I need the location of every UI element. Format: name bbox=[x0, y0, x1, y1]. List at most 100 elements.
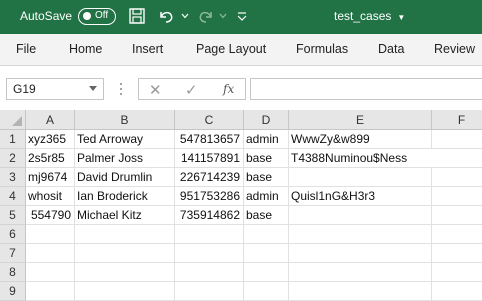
cell[interactable] bbox=[289, 244, 432, 263]
cell[interactable] bbox=[432, 225, 482, 244]
undo-dropdown-icon[interactable] bbox=[181, 13, 189, 19]
cell[interactable] bbox=[289, 282, 432, 301]
cell[interactable] bbox=[75, 282, 175, 301]
column-header-e[interactable]: E bbox=[289, 110, 432, 130]
tab-insert[interactable]: Insert bbox=[132, 42, 163, 56]
autosave-toggle[interactable]: Off bbox=[78, 8, 116, 25]
cell[interactable]: base bbox=[244, 206, 289, 225]
cell[interactable]: 951753286 bbox=[175, 187, 244, 206]
formula-input[interactable] bbox=[250, 78, 482, 100]
cell[interactable] bbox=[26, 282, 75, 301]
row-header[interactable]: 4 bbox=[0, 187, 26, 206]
cell[interactable] bbox=[75, 263, 175, 282]
column-header-b[interactable]: B bbox=[75, 110, 175, 130]
cell[interactable]: Ted Arroway bbox=[75, 130, 175, 149]
cancel-icon[interactable]: ✕ bbox=[149, 81, 162, 99]
select-all-button[interactable] bbox=[0, 110, 26, 130]
cell[interactable] bbox=[289, 225, 432, 244]
cell[interactable] bbox=[289, 168, 432, 187]
ribbon-tabs: File Home Insert Page Layout Formulas Da… bbox=[0, 34, 482, 66]
tab-data[interactable]: Data bbox=[378, 42, 404, 56]
row-header[interactable]: 5 bbox=[0, 206, 26, 225]
row-header[interactable]: 8 bbox=[0, 263, 26, 282]
cell[interactable] bbox=[175, 282, 244, 301]
splitter-grip-icon[interactable] bbox=[119, 81, 123, 97]
document-title[interactable]: test_cases ▼ bbox=[334, 9, 405, 23]
cell[interactable]: David Drumlin bbox=[75, 168, 175, 187]
cell[interactable] bbox=[289, 206, 432, 225]
cell[interactable]: admin bbox=[244, 187, 289, 206]
cell[interactable] bbox=[432, 187, 482, 206]
tab-file[interactable]: File bbox=[16, 42, 36, 56]
column-header-c[interactable]: C bbox=[175, 110, 244, 130]
row-header[interactable]: 9 bbox=[0, 282, 26, 301]
tab-formulas[interactable]: Formulas bbox=[296, 42, 348, 56]
document-name: test_cases bbox=[334, 9, 392, 23]
cell[interactable]: WwwZy&w899 bbox=[289, 130, 432, 149]
row-header[interactable]: 7 bbox=[0, 244, 26, 263]
cell[interactable]: whosit bbox=[26, 187, 75, 206]
row-header[interactable]: 1 bbox=[0, 130, 26, 149]
cell[interactable]: Quisl1nG&H3r3 bbox=[289, 187, 432, 206]
insert-function-icon[interactable]: fx bbox=[223, 82, 234, 96]
cell[interactable] bbox=[432, 263, 482, 282]
cell[interactable]: Palmer Joss bbox=[75, 149, 175, 168]
column-header-a[interactable]: A bbox=[26, 110, 75, 130]
cell[interactable] bbox=[75, 244, 175, 263]
column-header-f[interactable]: F bbox=[432, 110, 482, 130]
cell[interactable] bbox=[432, 130, 482, 149]
cell[interactable]: admin bbox=[244, 130, 289, 149]
cell[interactable] bbox=[26, 244, 75, 263]
undo-icon[interactable] bbox=[156, 7, 176, 25]
cell[interactable] bbox=[289, 263, 432, 282]
autosave-state: Off bbox=[95, 10, 109, 21]
cell[interactable]: base bbox=[244, 149, 289, 168]
cell[interactable] bbox=[244, 282, 289, 301]
redo-icon[interactable] bbox=[196, 7, 216, 25]
cell[interactable]: Michael Kitz bbox=[75, 206, 175, 225]
tab-home[interactable]: Home bbox=[69, 42, 102, 56]
cell[interactable]: mj9674 bbox=[26, 168, 75, 187]
formula-buttons: ✕ ✓ fx bbox=[138, 78, 246, 100]
cell[interactable] bbox=[432, 206, 482, 225]
cell[interactable] bbox=[432, 244, 482, 263]
title-bar: AutoSave Off test_cases ▼ bbox=[0, 0, 482, 34]
cell[interactable]: xyz365 bbox=[26, 130, 75, 149]
cell[interactable] bbox=[75, 225, 175, 244]
name-box-value: G19 bbox=[13, 82, 36, 96]
cell[interactable] bbox=[26, 263, 75, 282]
cell[interactable] bbox=[26, 225, 75, 244]
column-header-d[interactable]: D bbox=[244, 110, 289, 130]
cell[interactable] bbox=[244, 244, 289, 263]
cell[interactable]: 554790 bbox=[26, 206, 75, 225]
cell[interactable] bbox=[244, 225, 289, 244]
cell[interactable] bbox=[432, 282, 482, 301]
name-box[interactable]: G19 bbox=[6, 78, 104, 100]
toggle-knob bbox=[83, 12, 91, 20]
row-header[interactable]: 6 bbox=[0, 225, 26, 244]
enter-icon[interactable]: ✓ bbox=[185, 81, 198, 99]
cell[interactable] bbox=[244, 263, 289, 282]
row-header[interactable]: 2 bbox=[0, 149, 26, 168]
cell[interactable]: 141157891 bbox=[175, 149, 244, 168]
cell[interactable] bbox=[175, 225, 244, 244]
cell[interactable]: Ian Broderick bbox=[75, 187, 175, 206]
cell[interactable] bbox=[175, 244, 244, 263]
cell[interactable] bbox=[432, 168, 482, 187]
cell[interactable]: 2s5r85 bbox=[26, 149, 75, 168]
cell[interactable]: 547813657 bbox=[175, 130, 244, 149]
chevron-down-icon: ▼ bbox=[397, 13, 406, 22]
cell[interactable] bbox=[432, 149, 482, 168]
cell[interactable]: T4388Numinou$Ness bbox=[289, 149, 432, 168]
save-icon[interactable] bbox=[128, 7, 146, 25]
cell[interactable]: 735914862 bbox=[175, 206, 244, 225]
cell[interactable]: base bbox=[244, 168, 289, 187]
redo-dropdown-icon[interactable] bbox=[219, 13, 227, 19]
tab-review[interactable]: Review bbox=[434, 42, 475, 56]
tab-page-layout[interactable]: Page Layout bbox=[196, 42, 266, 56]
row-header[interactable]: 3 bbox=[0, 168, 26, 187]
cell[interactable] bbox=[175, 263, 244, 282]
customize-toolbar-icon[interactable] bbox=[236, 10, 248, 22]
spreadsheet-grid: A B C D E F 1 xyz365 Ted Arroway 5478136… bbox=[0, 110, 482, 301]
cell[interactable]: 226714239 bbox=[175, 168, 244, 187]
